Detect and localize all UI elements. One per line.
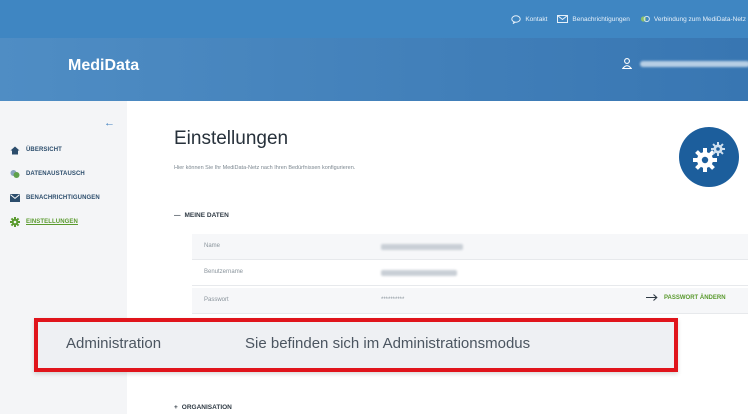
row-label: Benutzername [204,269,244,275]
admin-mode-banner: Administration Sie befinden sich im Admi… [34,318,678,372]
user-name-redacted [640,60,748,67]
envelope-icon [557,15,569,23]
sidebar-item-notifications[interactable]: BENACHRICHTIGUNGEN [10,191,100,205]
redacted-value [381,270,457,276]
sidebar-item-label: ÜBERSICHT [26,147,62,153]
home-icon [10,146,20,154]
brand-logo[interactable]: MediData [68,57,139,75]
password-value: ********** [381,297,405,303]
data-row-password: Passwort ********** PASSWORT ÄNDERN [192,288,748,314]
admin-message: Sie befinden sich im Administrationsmodu… [245,335,531,352]
envelope-icon [10,194,20,202]
contact-label: Kontakt [525,15,548,23]
row-label: Name [204,243,221,249]
notifications-link[interactable]: Benachrichtigungen [557,15,630,23]
sidebar-item-label: EINSTELLUNGEN [26,219,78,225]
redacted-value [381,244,463,250]
top-bar: Kontakt Benachrichtigungen Verbindung zu… [0,0,748,38]
change-password-label: PASSWORT ÄNDERN [664,294,726,301]
section-expand-marker: + [174,404,178,411]
settings-badge [679,127,739,187]
user-icon [622,58,632,69]
arrow-left-icon[interactable]: ← [104,117,115,129]
contact-link[interactable]: Kontakt [511,14,548,24]
admin-label: Administration [66,335,162,352]
connection-label: Verbindung zum MediData-Netz [653,15,746,23]
sidebar-item-overview[interactable]: ÜBERSICHT [10,143,100,157]
exchange-icon [10,170,20,178]
section-organisation-label: ORGANISATION [181,404,232,411]
app-header: MediData [0,38,748,101]
chat-bubble-icon [511,14,522,24]
sidebar-item-settings[interactable]: EINSTELLUNGEN [10,215,100,229]
arrow-right-icon [646,294,658,301]
sidebar-item-data-exchange[interactable]: DATENAUSTAUSCH [10,167,100,181]
sidebar-item-label: DATENAUSTAUSCH [26,171,85,177]
gears-icon [693,142,725,172]
section-my-data-toggle[interactable]: — MEINE DATEN [174,212,229,219]
section-collapse-marker: — [174,212,181,219]
sidebar-nav: ÜBERSICHT DATENAUSTAUSCH BENACHRICHTIGUN… [10,143,100,239]
notifications-label: Benachrichtigungen [572,15,630,23]
page-title: Einstellungen [174,128,289,149]
connection-link[interactable]: Verbindung zum MediData-Netz [640,14,746,24]
change-password-link[interactable]: PASSWORT ÄNDERN [646,294,726,301]
top-links: Kontakt Benachrichtigungen Verbindung zu… [511,0,748,38]
section-my-data-label: MEINE DATEN [184,212,229,219]
data-row-username: Benutzername [192,260,748,286]
gear-icon [10,217,20,227]
section-organisation-toggle[interactable]: + ORGANISATION [174,404,232,411]
data-row-name: Name [192,234,748,260]
row-label: Passwort [204,297,229,303]
user-menu[interactable] [622,58,748,69]
page-description: Hier können Sie Ihr MediData-Netz nach I… [174,165,356,171]
connection-icon [640,15,650,23]
sidebar-item-label: BENACHRICHTIGUNGEN [26,195,100,201]
